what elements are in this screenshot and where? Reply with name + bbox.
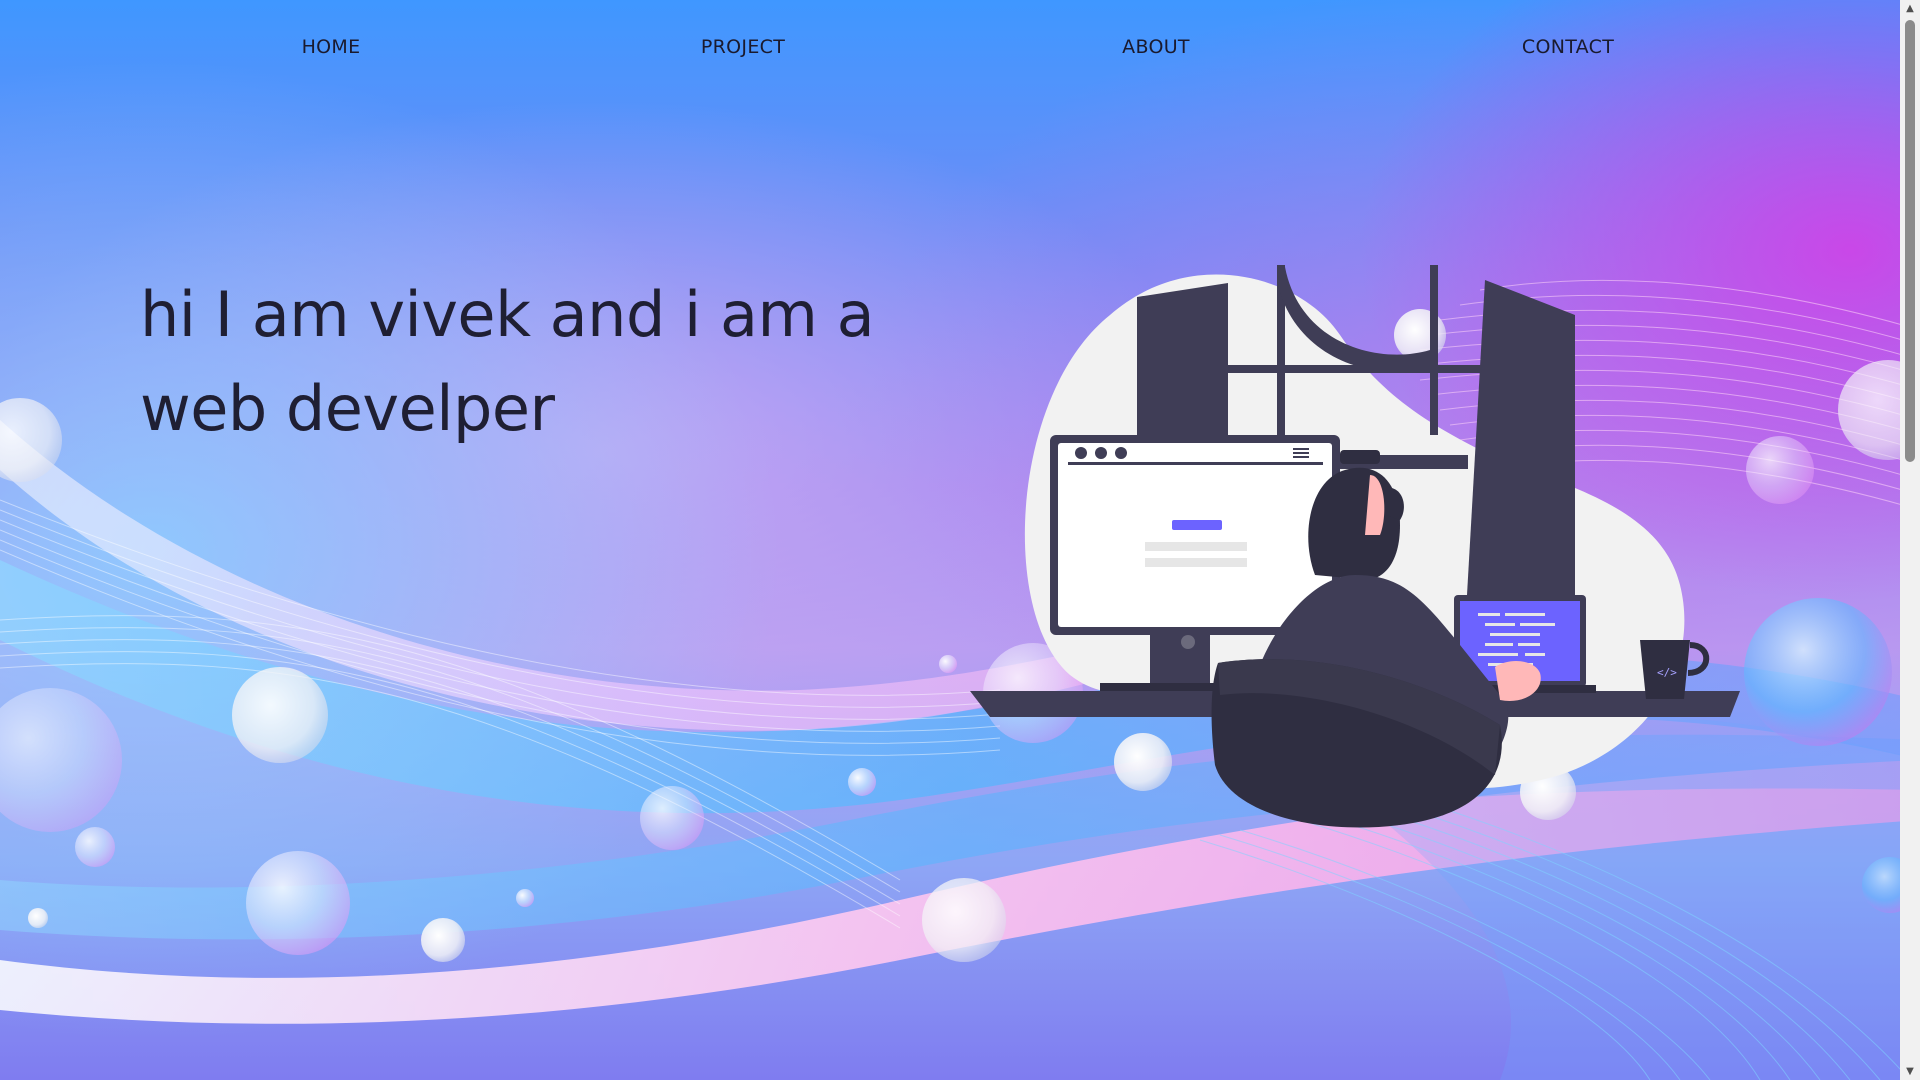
hero-line-2: web develper (140, 372, 555, 445)
nav-project-link[interactable]: PROJECT (701, 36, 785, 58)
hero-heading: hi I am vivek and i am a web develper (140, 268, 940, 456)
developer-illustration: </> (970, 265, 1740, 828)
nav-about-link[interactable]: ABOUT (1122, 36, 1190, 58)
nav-contact-link[interactable]: CONTACT (1522, 36, 1614, 58)
code-tag-icon: </> (1657, 666, 1677, 679)
portfolio-page: HOME PROJECT ABOUT CONTACT hi I am vivek… (0, 0, 1920, 1080)
nav-home-link[interactable]: HOME (302, 36, 361, 58)
scroll-up-arrow-icon[interactable]: ▲ (1900, 0, 1920, 17)
scroll-thumb[interactable] (1905, 20, 1915, 462)
vertical-scrollbar[interactable]: ▲ ▼ (1900, 0, 1920, 1080)
coffee-mug: </> (1640, 640, 1710, 699)
hero-line-1: hi I am vivek and i am a (140, 278, 875, 351)
main-nav: HOME PROJECT ABOUT CONTACT (0, 36, 1900, 76)
scroll-down-arrow-icon[interactable]: ▼ (1900, 1063, 1920, 1080)
